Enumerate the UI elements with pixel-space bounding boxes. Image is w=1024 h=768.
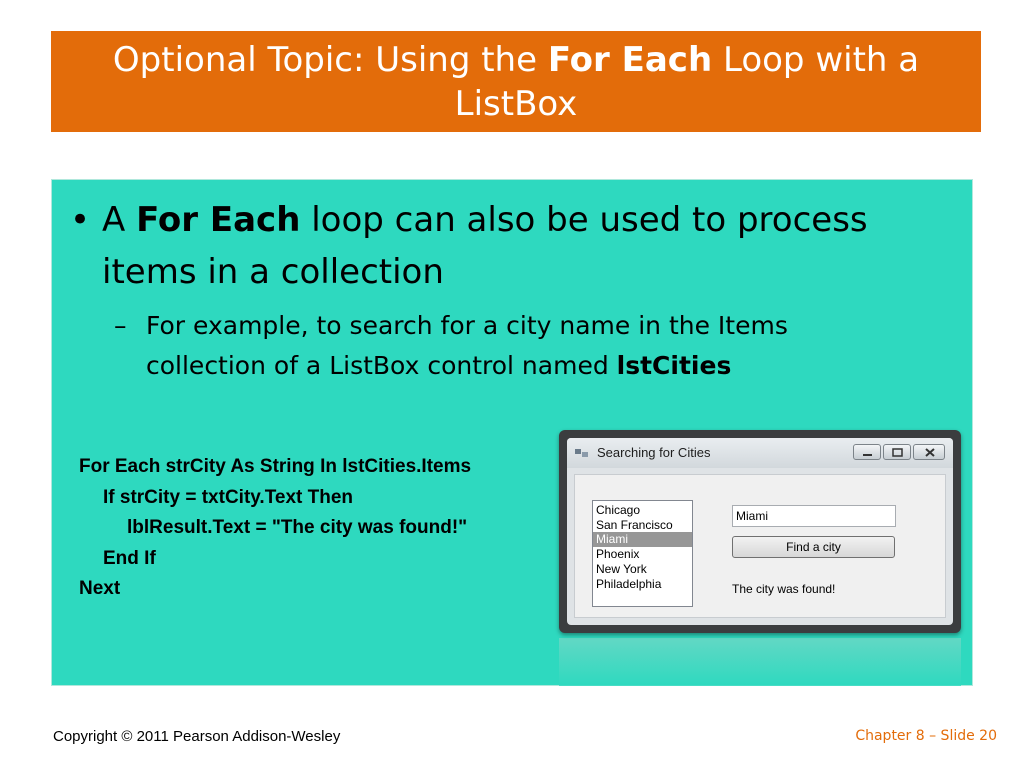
bullet-text: A For Each loop can also be used to proc… — [102, 194, 950, 298]
list-item[interactable]: Philadelphia — [593, 577, 692, 592]
slide-title: Optional Topic: Using the For Each Loop … — [51, 31, 981, 132]
sub-bullet-text: For example, to search for a city name i… — [146, 306, 894, 386]
main-bullet: • A For Each loop can also be used to pr… — [70, 194, 950, 298]
code-line-2: If strCity = txtCity.Text Then — [103, 486, 354, 508]
title-prefix: Optional Topic: Using the — [112, 40, 548, 80]
window-titlebar: Searching for Cities — [567, 438, 953, 468]
maximize-icon — [892, 448, 903, 457]
maximize-button[interactable] — [883, 444, 911, 460]
code-block: For Each strCity As String In lstCities.… — [79, 452, 471, 605]
sub-bullet: – For example, to search for a city name… — [114, 306, 894, 386]
title-bold: For Each — [547, 40, 713, 80]
copyright-text: Copyright © 2011 Pearson Addison-Wesley — [53, 728, 341, 745]
code-line-5: Next — [79, 578, 121, 599]
bullet-bold: For Each — [136, 200, 301, 240]
list-item[interactable]: Chicago — [593, 503, 692, 518]
bullet-prefix: A — [102, 200, 137, 240]
minimize-icon — [863, 454, 872, 456]
city-input[interactable]: Miami — [732, 505, 896, 527]
slide-number: Chapter 8 – Slide 20 — [855, 728, 997, 744]
window-frame: Searching for Cities Chicago San Francis… — [567, 438, 953, 625]
minimize-button[interactable] — [853, 444, 881, 460]
list-item[interactable]: Phoenix — [593, 547, 692, 562]
sub-bullet-bold: lstCities — [616, 351, 732, 380]
list-item[interactable]: San Francisco — [593, 518, 692, 533]
window-reflection — [559, 638, 961, 686]
code-line-3: lblResult.Text = "The city was found!" — [127, 517, 468, 538]
code-line-4: End If — [103, 547, 156, 569]
content-box: • A For Each loop can also be used to pr… — [51, 179, 973, 686]
window-title: Searching for Cities — [597, 445, 711, 460]
cities-listbox[interactable]: Chicago San Francisco Miami Phoenix New … — [592, 500, 693, 607]
list-item[interactable]: New York — [593, 562, 692, 577]
result-label: The city was found! — [732, 582, 836, 596]
code-line-1: For Each strCity As String In lstCities.… — [79, 456, 472, 477]
list-item-selected[interactable]: Miami — [593, 532, 692, 548]
window-client-area: Chicago San Francisco Miami Phoenix New … — [574, 474, 946, 618]
close-button[interactable] — [913, 444, 945, 460]
app-icon — [575, 449, 588, 457]
app-window-screenshot: Searching for Cities Chicago San Francis… — [559, 430, 961, 633]
bullet-symbol: • — [70, 200, 91, 240]
sub-bullet-symbol: – — [114, 311, 127, 340]
close-icon — [925, 448, 935, 457]
window-controls — [853, 444, 945, 460]
find-city-button[interactable]: Find a city — [732, 536, 895, 558]
